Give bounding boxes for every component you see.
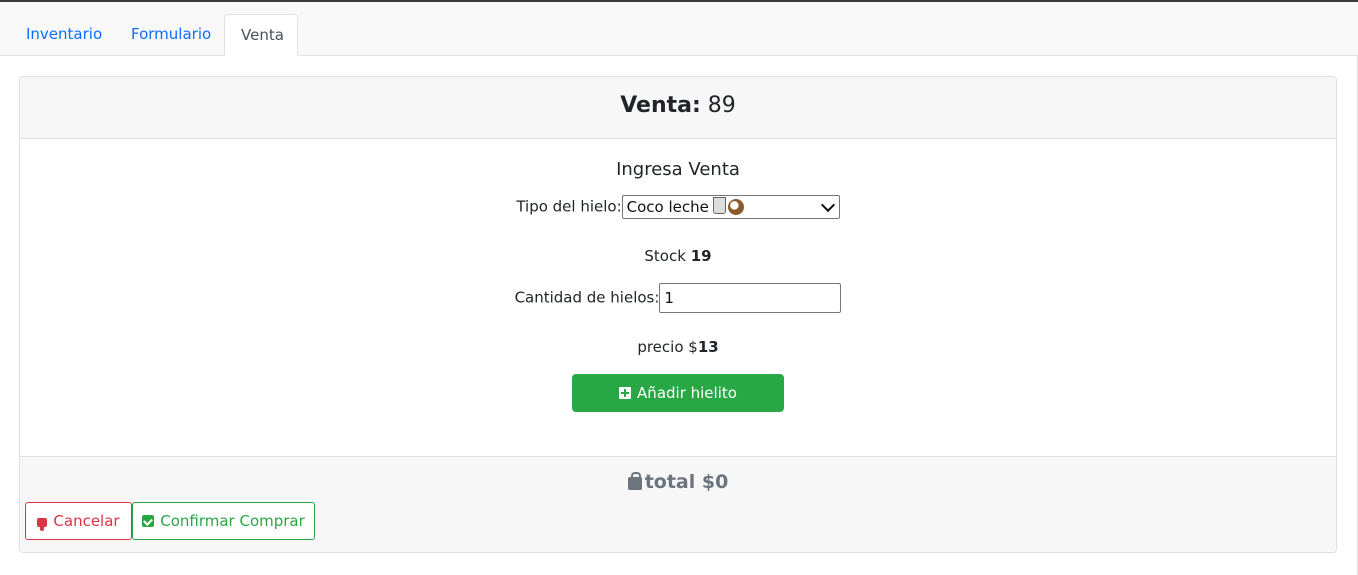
venta-label: Venta: bbox=[620, 93, 701, 118]
tab-formulario[interactable]: Formulario bbox=[115, 14, 223, 55]
venta-card: Venta: 89 Ingresa Venta Tipo del hielo: C… bbox=[19, 76, 1337, 553]
tipo-select[interactable]: Coco leche bbox=[621, 195, 840, 219]
cantidad-row: Cantidad de hielos: 1 bbox=[20, 283, 1336, 313]
stock-value: 19 bbox=[690, 247, 712, 265]
precio-value: 13 bbox=[697, 338, 719, 356]
add-hielito-button[interactable]: Añadir hielito bbox=[572, 374, 784, 412]
tipo-label: Tipo del hielo: bbox=[516, 197, 622, 216]
total-value: 0 bbox=[715, 471, 729, 493]
stock-label: Stock bbox=[644, 247, 686, 265]
tipo-selected-value: Coco leche bbox=[626, 198, 709, 216]
shopping-bag-icon bbox=[627, 472, 642, 490]
precio-row: precio $13 bbox=[20, 338, 1336, 356]
card-footer: total $0 Cancelar Confirmar Comprar bbox=[20, 456, 1336, 552]
cancel-button[interactable]: Cancelar bbox=[25, 502, 132, 540]
milk-glass-icon bbox=[712, 197, 726, 214]
confirm-purchase-button[interactable]: Confirmar Comprar bbox=[132, 502, 315, 540]
cantidad-label: Cantidad de hielos: bbox=[514, 288, 660, 307]
tab-inventario[interactable]: Inventario bbox=[10, 14, 114, 55]
coconut-icon bbox=[727, 199, 744, 215]
cancel-label: Cancelar bbox=[53, 512, 120, 530]
stock-row: Stock 19 bbox=[20, 247, 1336, 265]
tipo-row: Tipo del hielo: Coco leche bbox=[20, 195, 1336, 219]
cantidad-input[interactable]: 1 bbox=[659, 283, 842, 313]
tab-venta[interactable]: Venta bbox=[224, 14, 298, 56]
thumbs-down-icon bbox=[37, 518, 48, 531]
section-title: Ingresa Venta bbox=[616, 159, 740, 180]
tab-bar: Inventario Formulario Venta bbox=[0, 2, 1358, 56]
precio-label: precio $ bbox=[637, 338, 698, 356]
plus-square-icon bbox=[619, 387, 632, 399]
total-display: total $0 bbox=[20, 471, 1336, 493]
venta-number: 89 bbox=[707, 93, 736, 118]
card-header: Venta: 89 bbox=[20, 77, 1336, 139]
add-hielito-label: Añadir hielito bbox=[637, 384, 737, 402]
chevron-down-icon bbox=[820, 197, 835, 213]
confirm-label: Confirmar Comprar bbox=[160, 512, 305, 530]
check-square-icon bbox=[142, 515, 155, 527]
total-label: total $ bbox=[644, 471, 716, 493]
